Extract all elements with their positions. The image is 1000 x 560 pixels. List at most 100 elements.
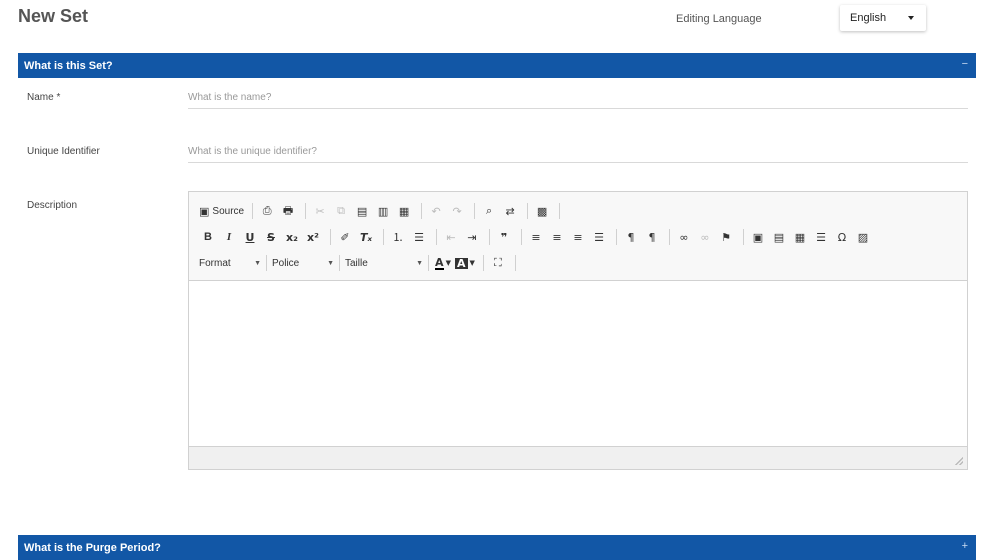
- chevron-down-icon: ▼: [445, 259, 451, 267]
- section-header-purge[interactable]: What is the Purge Period? +: [18, 535, 976, 560]
- size-dropdown-label: Taille: [345, 257, 368, 269]
- align-right-icon[interactable]: ≡: [569, 228, 587, 246]
- bold-icon[interactable]: B: [199, 228, 217, 246]
- toolbar-separator: [474, 203, 476, 219]
- flash-icon[interactable]: ▣: [749, 228, 767, 246]
- background-color-icon: A: [455, 256, 468, 270]
- undo-icon[interactable]: ↶: [427, 202, 445, 220]
- background-color-button[interactable]: A ▼: [455, 254, 475, 272]
- rtl-icon[interactable]: ¶: [643, 228, 661, 246]
- ltr-icon[interactable]: ¶: [622, 228, 640, 246]
- section-title-purge: What is the Purge Period?: [24, 541, 161, 554]
- toolbar-separator: [421, 203, 423, 219]
- copy-format-icon[interactable]: ✐: [336, 228, 354, 246]
- italic-icon[interactable]: I: [220, 228, 238, 246]
- toolbar-row-2: B I U S x₂ x² ✐ Tₓ ⒈ ☰ ⇤ ⇥ ❞ ≡ ≡ ≡ ☰ ¶ ¶: [199, 224, 957, 250]
- replace-icon[interactable]: ⇄: [501, 202, 519, 220]
- bulleted-list-icon[interactable]: ☰: [410, 228, 428, 246]
- toolbar-row-3: Format ▼ Police ▼ Taille ▼ A ▼ A ▼ ⛶: [199, 250, 957, 276]
- remove-format-icon[interactable]: Tₓ: [357, 228, 375, 246]
- link-icon[interactable]: ∞: [675, 228, 693, 246]
- unique-identifier-label: Unique Identifier: [27, 146, 100, 157]
- caret-down-icon: [908, 16, 914, 20]
- description-label: Description: [27, 200, 78, 211]
- toolbar-separator: [489, 229, 490, 245]
- rich-text-editor: ▣ Source ⎙ 🖶 ✂ ⧉ ▤ ▥ ▦ ↶ ↷ ⌕ ⇄ ▩ B I U S …: [188, 191, 968, 470]
- unlink-icon[interactable]: ∞: [696, 228, 714, 246]
- chevron-down-icon: ▼: [254, 259, 261, 267]
- section-title-set: What is this Set?: [24, 59, 113, 72]
- chevron-down-icon: ▼: [416, 259, 423, 267]
- toolbar-separator: [436, 229, 437, 245]
- source-button-label: Source: [212, 205, 245, 217]
- outdent-icon[interactable]: ⇤: [442, 228, 460, 246]
- name-input[interactable]: [188, 87, 968, 109]
- toolbar-separator: [616, 229, 617, 245]
- toolbar-separator: [305, 203, 307, 219]
- chevron-down-icon: ▼: [327, 259, 334, 267]
- toolbar-separator: [330, 229, 331, 245]
- superscript-icon[interactable]: x²: [304, 228, 322, 246]
- select-all-icon[interactable]: ▩: [533, 202, 551, 220]
- justify-icon[interactable]: ☰: [590, 228, 608, 246]
- size-dropdown[interactable]: Taille ▼: [345, 254, 423, 272]
- toolbar-separator: [482, 255, 484, 271]
- table-icon[interactable]: ▦: [791, 228, 809, 246]
- subscript-icon[interactable]: x₂: [283, 228, 301, 246]
- text-color-icon: A: [435, 255, 444, 270]
- collapse-icon[interactable]: −: [962, 58, 968, 70]
- print-icon[interactable]: 🖶: [279, 202, 297, 220]
- toolbar-separator: [559, 203, 561, 219]
- page-icon[interactable]: ▤: [770, 228, 788, 246]
- section-header-set[interactable]: What is this Set? −: [18, 53, 976, 78]
- editor-toolbar: ▣ Source ⎙ 🖶 ✂ ⧉ ▤ ▥ ▦ ↶ ↷ ⌕ ⇄ ▩ B I U S …: [189, 192, 967, 281]
- align-center-icon[interactable]: ≡: [548, 228, 566, 246]
- editor-footer: [189, 446, 967, 469]
- find-icon[interactable]: ⌕: [480, 202, 498, 220]
- special-char-icon[interactable]: Ω: [833, 228, 851, 246]
- indent-icon[interactable]: ⇥: [463, 228, 481, 246]
- paste-icon[interactable]: ▤: [353, 202, 371, 220]
- chevron-down-icon: ▼: [469, 259, 475, 267]
- toolbar-separator: [428, 255, 429, 271]
- toolbar-separator: [527, 203, 529, 219]
- anchor-flag-icon[interactable]: ⚑: [717, 228, 735, 246]
- blockquote-icon[interactable]: ❞: [495, 228, 513, 246]
- cut-icon[interactable]: ✂: [311, 202, 329, 220]
- toolbar-separator: [514, 255, 516, 271]
- font-dropdown-label: Police: [272, 257, 300, 269]
- paste-text-icon[interactable]: ▥: [374, 202, 392, 220]
- toolbar-separator: [266, 255, 267, 271]
- copy-icon[interactable]: ⧉: [332, 202, 350, 220]
- toolbar-separator: [383, 229, 384, 245]
- format-dropdown[interactable]: Format ▼: [199, 254, 261, 272]
- underline-icon[interactable]: U: [241, 228, 259, 246]
- image-icon[interactable]: ▨: [854, 228, 872, 246]
- preview-icon[interactable]: ⎙: [258, 202, 276, 220]
- font-dropdown[interactable]: Police ▼: [272, 254, 334, 272]
- editing-language-label: Editing Language: [676, 13, 762, 25]
- source-icon: ▣: [199, 204, 210, 218]
- maximize-icon[interactable]: ⛶: [489, 254, 507, 272]
- toolbar-separator: [521, 229, 522, 245]
- name-label: Name *: [27, 92, 61, 103]
- paste-word-icon[interactable]: ▦: [395, 202, 413, 220]
- source-button[interactable]: ▣ Source: [199, 202, 244, 220]
- page-title: New Set: [18, 6, 89, 26]
- horizontal-rule-icon[interactable]: ☰: [812, 228, 830, 246]
- expand-icon[interactable]: +: [962, 540, 968, 552]
- toolbar-separator: [743, 229, 744, 245]
- strikethrough-icon[interactable]: S: [262, 228, 280, 246]
- language-select-value: English: [850, 12, 887, 24]
- format-dropdown-label: Format: [199, 257, 231, 269]
- numbered-list-icon[interactable]: ⒈: [389, 228, 407, 246]
- editor-content-area[interactable]: [189, 281, 967, 446]
- unique-identifier-input[interactable]: [188, 141, 968, 163]
- resize-grip-icon[interactable]: [955, 457, 963, 465]
- redo-icon[interactable]: ↷: [448, 202, 466, 220]
- language-select[interactable]: English: [840, 5, 926, 31]
- text-color-button[interactable]: A ▼: [434, 254, 452, 272]
- toolbar-separator: [252, 203, 254, 219]
- align-left-icon[interactable]: ≡: [527, 228, 545, 246]
- toolbar-separator: [339, 255, 340, 271]
